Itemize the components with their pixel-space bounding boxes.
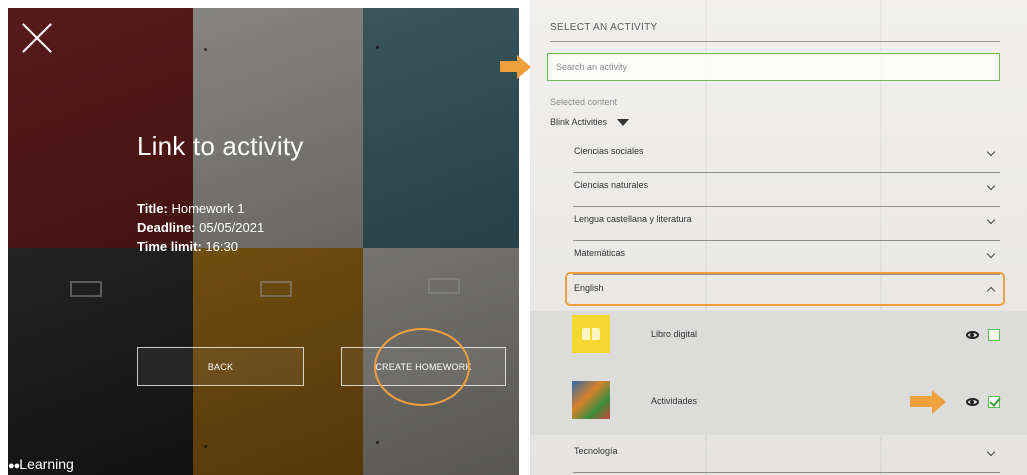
- page-title: Link to activity: [137, 131, 304, 161]
- deadline-label: Deadline:: [137, 220, 196, 235]
- subject-row-lengua[interactable]: Lengua castellana y literatura: [573, 211, 1000, 241]
- source-dropdown-value: Blink Activities: [550, 117, 608, 127]
- activity-selector-panel: SELECT AN ACTIVITY Selected content Blin…: [530, 0, 1027, 475]
- section-heading: SELECT AN ACTIVITY: [550, 22, 1000, 42]
- activities-thumbnail-icon: [572, 381, 610, 419]
- homework-details: Title: Homework 1 Deadline: 05/05/2021 T…: [137, 199, 264, 256]
- pointer-arrow: [500, 61, 518, 72]
- activity-item-libro-digital[interactable]: Libro digital: [530, 311, 1027, 371]
- activity-item-actividades[interactable]: Actividades: [530, 373, 1027, 433]
- brand-name: Learning: [19, 456, 74, 472]
- subject-label: Lengua castellana y literatura: [574, 214, 692, 224]
- selected-content-label: Selected content: [550, 97, 618, 107]
- subject-row-ciencias-naturales[interactable]: Ciencias naturales: [573, 177, 1000, 207]
- subject-label: Tecnología: [574, 446, 618, 456]
- book-thumbnail-icon: [572, 315, 610, 353]
- chevron-down-icon: [986, 215, 996, 225]
- eye-icon[interactable]: [966, 398, 979, 406]
- pointer-arrow: [910, 396, 932, 407]
- activity-title: Libro digital: [651, 329, 698, 339]
- activity-title: Actividades: [651, 396, 698, 406]
- subject-row-tecnologia[interactable]: Tecnología: [573, 443, 1000, 473]
- brand-dots-icon: ●●: [8, 460, 20, 472]
- subject-row-matematicas[interactable]: Matemáticas: [573, 245, 1000, 275]
- search-input[interactable]: [547, 53, 1000, 81]
- source-dropdown[interactable]: Blink Activities: [550, 117, 630, 127]
- time-limit-value: 16:30: [205, 239, 238, 254]
- eye-icon[interactable]: [966, 331, 979, 339]
- chevron-down-icon: [986, 181, 996, 191]
- title-value: Homework 1: [171, 201, 245, 216]
- brand-logo: ●●Learning: [8, 456, 74, 472]
- deadline-value: 05/05/2021: [199, 220, 265, 235]
- pointer-arrow-head: [932, 390, 946, 414]
- triangle-down-icon: [617, 118, 630, 126]
- highlight-circle: [374, 328, 470, 406]
- chevron-down-icon: [986, 447, 996, 457]
- activity-summary-panel: Link to activity Title: Homework 1 Deadl…: [8, 8, 519, 475]
- chevron-down-icon: [986, 249, 996, 259]
- back-button[interactable]: BACK: [137, 347, 304, 386]
- select-checkbox-checked[interactable]: [988, 396, 1000, 408]
- pointer-arrow-head: [517, 55, 531, 79]
- subject-label: Matemáticas: [574, 248, 626, 258]
- time-limit-label: Time limit:: [137, 239, 202, 254]
- select-checkbox[interactable]: [988, 329, 1000, 341]
- title-label: Title:: [137, 201, 168, 216]
- subject-label: Ciencias naturales: [574, 180, 649, 190]
- subject-row-ciencias-sociales[interactable]: Ciencias sociales: [573, 143, 1000, 173]
- close-icon[interactable]: [22, 23, 52, 53]
- chevron-down-icon: [986, 147, 996, 157]
- subject-label: Ciencias sociales: [574, 146, 644, 156]
- highlight-box: [565, 272, 1005, 306]
- english-activity-list: Libro digital Actividades: [530, 311, 1027, 435]
